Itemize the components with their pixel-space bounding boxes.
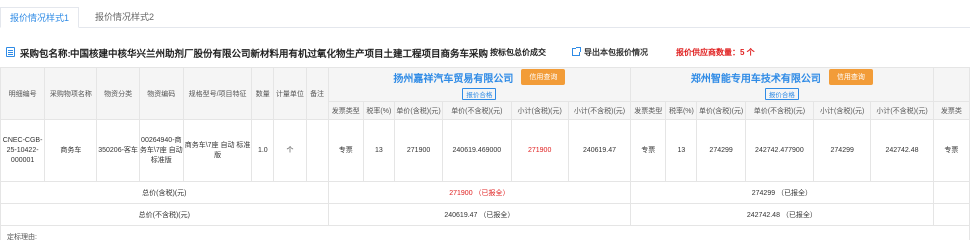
v1-col-subtotal-tax: 小计(含税)(元) bbox=[510, 101, 569, 120]
col-category: 物资分类 bbox=[96, 67, 140, 120]
vendor-1-qualified-badge: 报价合格 bbox=[462, 88, 497, 100]
cell-spec: 商务车\7座 自动 标准版 bbox=[182, 119, 253, 182]
package-header: 采购包名称: 中国核建中核华兴兰州助剂厂股份有限公司新材料用有机过氧化物生产项目… bbox=[6, 45, 966, 60]
v1-subtotal-tax: 271900 bbox=[510, 119, 569, 182]
vendor-2-name: 郑州智能专用车技术有限公司 bbox=[690, 73, 821, 85]
v3-invoice-type: 专票 bbox=[932, 119, 970, 182]
col-material-code: 物资编码 bbox=[138, 67, 184, 120]
v2-col-subtotal-notax: 小计(不含税)(元) bbox=[870, 101, 934, 120]
document-icon bbox=[6, 47, 15, 57]
supplier-count: 报价供应商数量：5 个 bbox=[676, 48, 755, 57]
total-without-tax-label: 总价(不含税)(元) bbox=[0, 203, 329, 226]
v2-tax-rate: 13 bbox=[665, 119, 698, 182]
v2-invoice-type: 专票 bbox=[630, 119, 667, 182]
vendor-2-qualified-badge: 报价合格 bbox=[764, 88, 799, 100]
cell-item-name: 商务车 bbox=[44, 119, 98, 182]
col-spec: 规格型号/项目特征 bbox=[182, 67, 253, 120]
v2-col-invoice-type: 发票类型 bbox=[630, 101, 667, 120]
v1-unit-price-tax: 271900 bbox=[393, 119, 444, 182]
cell-quantity: 1.0 bbox=[251, 119, 275, 182]
v2-subtotal-notax: 242742.48 bbox=[870, 119, 934, 182]
cell-category: 350206-客车 bbox=[96, 119, 140, 182]
v2-col-unit-price-tax: 单价(含税)(元) bbox=[696, 101, 746, 120]
tab-quote-style-2[interactable]: 报价情况样式2 bbox=[86, 7, 163, 28]
vendor-1-credit-button[interactable]: 信用查询 bbox=[521, 69, 566, 85]
v1-col-invoice-type: 发票类型 bbox=[327, 101, 364, 120]
tab-quote-style-1[interactable]: 报价情况样式1 bbox=[0, 7, 80, 28]
v1-unit-price-notax: 240619.469000 bbox=[442, 119, 512, 182]
cell-remark bbox=[305, 119, 329, 182]
v3-total-without-tax bbox=[932, 203, 970, 226]
quote-table: 明细编号 采购物项名称 物资分类 物资编码 规格型号/项目特征 数量 计量单位 … bbox=[0, 67, 970, 240]
total-with-tax-label: 总价(含税)(元) bbox=[0, 181, 329, 204]
col-quantity: 数量 bbox=[251, 67, 275, 120]
vendor-2-credit-button[interactable]: 信用查询 bbox=[828, 69, 873, 85]
award-reason-row: 定标理由: bbox=[0, 225, 970, 240]
v1-total-with-tax: 271900 （已报全） bbox=[327, 181, 632, 204]
v1-col-tax-rate: 税率(%) bbox=[362, 101, 395, 120]
vendor-1-name: 扬州嘉祥汽车贸易有限公司 bbox=[393, 73, 514, 85]
total-with-tax-row: 总价(含税)(元) 271900 （已报全） 274299 （已报全） bbox=[0, 181, 970, 204]
export-quote-link[interactable]: 导出本包报价情况 bbox=[584, 47, 648, 58]
v2-col-tax-rate: 税率(%) bbox=[665, 101, 698, 120]
vendor-2-header: 郑州智能专用车技术有限公司 信用查询 报价合格 bbox=[630, 67, 934, 102]
v1-total-without-tax: 240619.47 （已报全） bbox=[327, 203, 632, 226]
v2-col-unit-price-notax: 单价(不含税)(元) bbox=[744, 101, 815, 120]
v2-subtotal-tax: 274299 bbox=[813, 119, 872, 182]
v1-col-subtotal-notax: 小计(不含税)(元) bbox=[567, 101, 632, 120]
vendor-1-header: 扬州嘉祥汽车贸易有限公司 信用查询 报价合格 bbox=[327, 67, 632, 102]
v3-col-invoice-type: 发票类 bbox=[932, 101, 970, 120]
package-name: 中国核建中核华兴兰州助剂厂股份有限公司新材料用有机过氧化物生产项目土建工程项目商… bbox=[70, 49, 489, 60]
col-detail-no: 明细编号 bbox=[0, 67, 46, 120]
v2-col-subtotal-tax: 小计(含税)(元) bbox=[813, 101, 872, 120]
cell-material-code: 00264940-商务车\7座 自动 标准版 bbox=[138, 119, 184, 182]
table-row: CNEC-CGB-25-10422-000001 商务车 350206-客车 0… bbox=[0, 119, 970, 182]
v2-total-without-tax: 242742.48 （已报全） bbox=[630, 203, 934, 226]
v1-tax-rate: 13 bbox=[362, 119, 395, 182]
col-item-name: 采购物项名称 bbox=[44, 67, 98, 120]
tab-bar: 报价情况样式1 报价情况样式2 bbox=[0, 0, 970, 28]
v2-unit-price-notax: 242742.477900 bbox=[744, 119, 815, 182]
v2-unit-price-tax: 274299 bbox=[696, 119, 746, 182]
total-without-tax-row: 总价(不含税)(元) 240619.47 （已报全） 242742.48 （已报… bbox=[0, 203, 970, 226]
v3-total-with-tax bbox=[932, 181, 970, 204]
v1-subtotal-notax: 240619.47 bbox=[567, 119, 632, 182]
export-icon[interactable] bbox=[572, 47, 581, 56]
vendor-3-header bbox=[932, 67, 970, 102]
v1-col-unit-price-notax: 单价(不含税)(元) bbox=[442, 101, 512, 120]
award-reason-label: 定标理由: bbox=[0, 225, 970, 240]
v1-col-unit-price-tax: 单价(含税)(元) bbox=[393, 101, 444, 120]
col-remark: 备注 bbox=[305, 67, 329, 120]
cell-unit: 个 bbox=[273, 119, 307, 182]
deal-mode: 按标包总价成交 bbox=[490, 48, 546, 57]
col-unit: 计量单位 bbox=[273, 67, 307, 120]
cell-detail-no: CNEC-CGB-25-10422-000001 bbox=[0, 119, 46, 182]
package-label: 采购包名称: bbox=[20, 49, 71, 60]
v2-total-with-tax: 274299 （已报全） bbox=[630, 181, 934, 204]
v1-invoice-type: 专票 bbox=[327, 119, 364, 182]
